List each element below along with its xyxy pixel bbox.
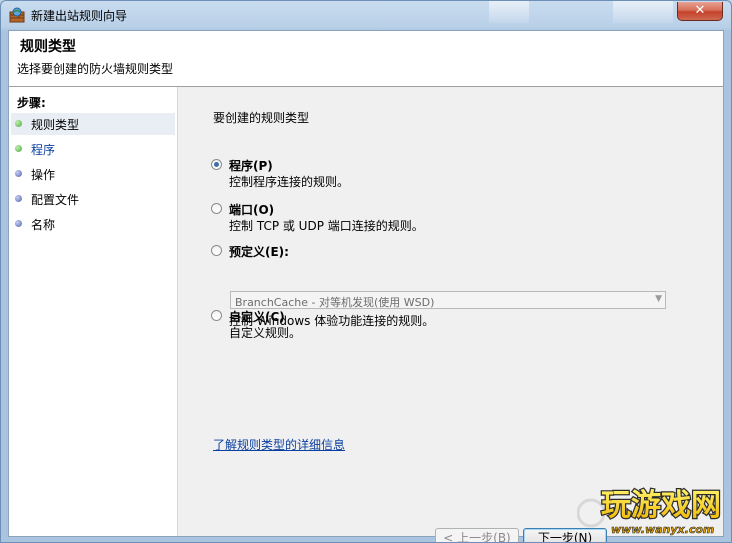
chevron-down-icon: ▼	[655, 294, 662, 304]
watermark-logo: 玩游戏网 www.wanyx.com	[577, 487, 722, 536]
title-glass	[613, 1, 673, 23]
step-label: 程序	[31, 143, 56, 157]
option-label: 端口(O)	[229, 203, 275, 217]
option-label: 程序(P)	[229, 159, 273, 173]
steps-panel: 步骤: 规则类型 程序 操作 配置文件 名称	[9, 87, 178, 536]
wizard-header: 规则类型 选择要创建的防火墙规则类型	[9, 31, 723, 87]
step-pending-icon	[15, 195, 22, 202]
step-label: 配置文件	[31, 193, 80, 207]
program-radio[interactable]	[211, 159, 222, 170]
steps-title: 步骤:	[17, 96, 46, 110]
page-subtitle: 选择要创建的防火墙规则类型	[17, 62, 174, 76]
svg-text:www.wanyx.com: www.wanyx.com	[611, 523, 714, 536]
step-program[interactable]: 程序	[11, 138, 175, 160]
option-label: 预定义(E):	[229, 245, 289, 259]
learn-more-link[interactable]: 了解规则类型的详细信息	[213, 436, 345, 453]
step-action[interactable]: 操作	[11, 163, 175, 185]
svg-text:玩游戏网: 玩游戏网	[601, 488, 721, 523]
window-title: 新建出站规则向导	[31, 9, 128, 23]
main-panel: 要创建的规则类型 程序(P) 控制程序连接的规则。 端口(O) 控制 TCP 或…	[178, 87, 723, 542]
option-desc: 控制程序连接的规则。	[229, 175, 350, 189]
option-desc: 控制 TCP 或 UDP 端口连接的规则。	[229, 219, 424, 233]
page-title: 规则类型	[20, 39, 76, 55]
step-label: 规则类型	[31, 118, 80, 132]
rule-type-prompt: 要创建的规则类型	[213, 111, 310, 125]
option-desc: 自定义规则。	[229, 326, 302, 340]
back-button[interactable]: < 上一步(B)	[435, 528, 519, 542]
wizard-window: 新建出站规则向导 ✕ 规则类型 选择要创建的防火墙规则类型 步骤: 规则类型 程…	[0, 0, 732, 543]
step-profile[interactable]: 配置文件	[11, 188, 175, 210]
step-label: 操作	[31, 168, 56, 182]
step-done-icon	[15, 120, 22, 127]
step-pending-icon	[15, 170, 22, 177]
step-rule-type[interactable]: 规则类型	[11, 113, 175, 135]
port-radio[interactable]	[211, 203, 222, 214]
step-label: 名称	[31, 218, 56, 232]
title-bar[interactable]: 新建出站规则向导 ✕	[1, 1, 731, 29]
step-pending-icon	[15, 220, 22, 227]
step-name[interactable]: 名称	[11, 213, 175, 235]
wizard-client: 规则类型 选择要创建的防火墙规则类型 步骤: 规则类型 程序 操作 配置文件 名…	[8, 30, 724, 542]
step-done-icon	[15, 145, 22, 152]
predefined-radio[interactable]	[211, 245, 222, 256]
predefined-select[interactable]: BranchCache - 对等机发现(使用 WSD) ▼	[230, 291, 666, 309]
custom-radio[interactable]	[211, 310, 222, 321]
title-glass	[489, 1, 529, 23]
close-icon: ✕	[694, 3, 706, 18]
close-button[interactable]: ✕	[677, 2, 723, 21]
firewall-icon	[9, 7, 25, 23]
option-label: 自定义(C)	[229, 310, 285, 324]
